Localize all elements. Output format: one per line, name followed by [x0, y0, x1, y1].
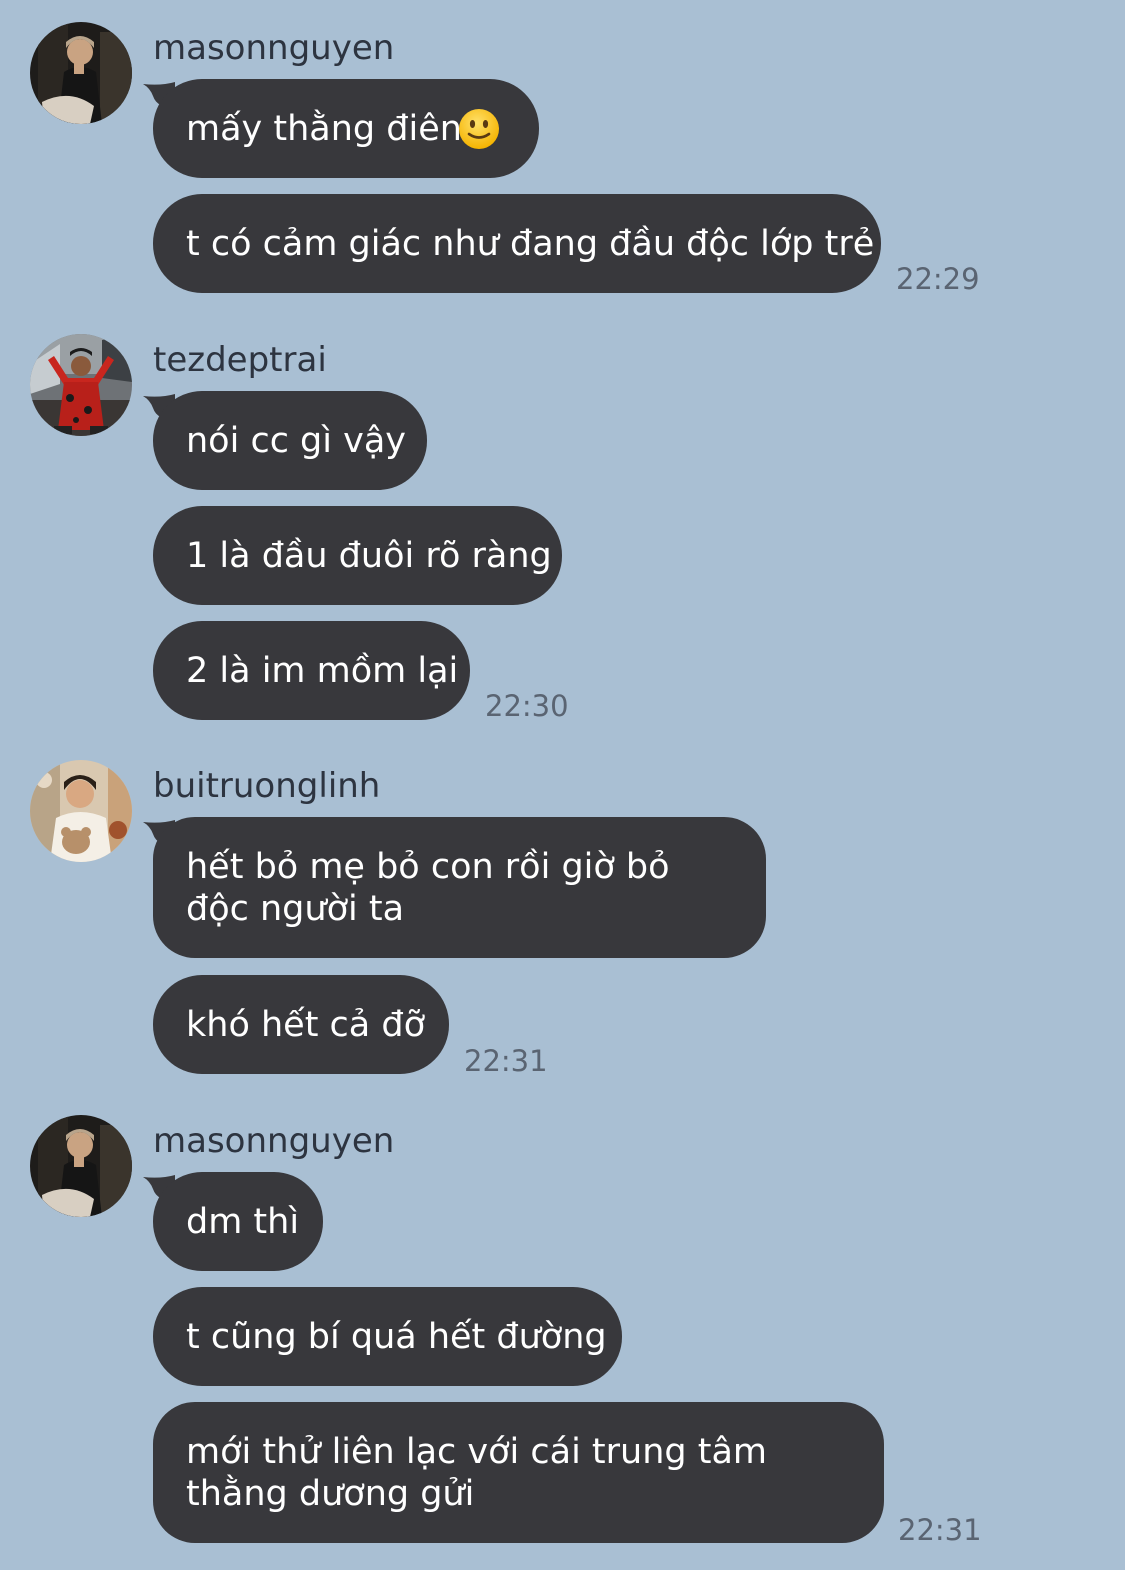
sender-name: tezdeptrai — [153, 340, 327, 380]
message-timestamp: 22:31 — [464, 1044, 548, 1078]
sender-name: masonnguyen — [153, 1121, 395, 1161]
message-text: 1 là đầu đuôi rõ ràng — [186, 535, 552, 576]
message-text: hết bỏ mẹ bỏ con rồi giờ bỏ độc người ta — [186, 846, 670, 929]
avatar-masonnguyen[interactable] — [30, 1115, 132, 1217]
message-bubble[interactable]: khó hết cả đỡ — [153, 975, 449, 1074]
message-bubble[interactable]: nói cc gì vậy — [153, 391, 427, 490]
message-bubble[interactable]: hết bỏ mẹ bỏ con rồi giờ bỏ độc người ta — [153, 817, 766, 958]
message-text: dm thì — [186, 1201, 300, 1242]
message-bubble[interactable]: 2 là im mồm lại — [153, 621, 470, 720]
message-bubble[interactable]: 1 là đầu đuôi rõ ràng — [153, 506, 562, 605]
avatar-masonnguyen[interactable] — [30, 22, 132, 124]
avatar-buitruonglinh[interactable] — [30, 760, 132, 862]
avatar-tezdeptrai[interactable] — [30, 334, 132, 436]
sender-name: buitruonglinh — [153, 766, 381, 806]
message-text: mấy thằng điên — [186, 108, 462, 149]
message-bubble[interactable]: mới thử liên lạc với cái trung tâm thằng… — [153, 1402, 884, 1543]
message-text: t có cảm giác như đang đầu độc lớp trẻ — [186, 223, 875, 264]
slightly-smiling-face-icon — [459, 109, 499, 149]
message-text: khó hết cả đỡ — [186, 1004, 426, 1045]
sender-name: masonnguyen — [153, 28, 395, 68]
message-text: t cũng bí quá hết đường — [186, 1316, 607, 1357]
message-bubble[interactable]: t cũng bí quá hết đường — [153, 1287, 622, 1386]
message-timestamp: 22:30 — [485, 689, 569, 723]
message-timestamp: 22:31 — [898, 1513, 982, 1547]
message-text: mới thử liên lạc với cái trung tâm thằng… — [186, 1431, 768, 1514]
message-bubble[interactable]: dm thì — [153, 1172, 323, 1271]
message-text: 2 là im mồm lại — [186, 650, 459, 691]
message-timestamp: 22:29 — [896, 262, 980, 296]
message-text: nói cc gì vậy — [186, 420, 406, 461]
message-bubble[interactable]: t có cảm giác như đang đầu độc lớp trẻ — [153, 194, 881, 293]
